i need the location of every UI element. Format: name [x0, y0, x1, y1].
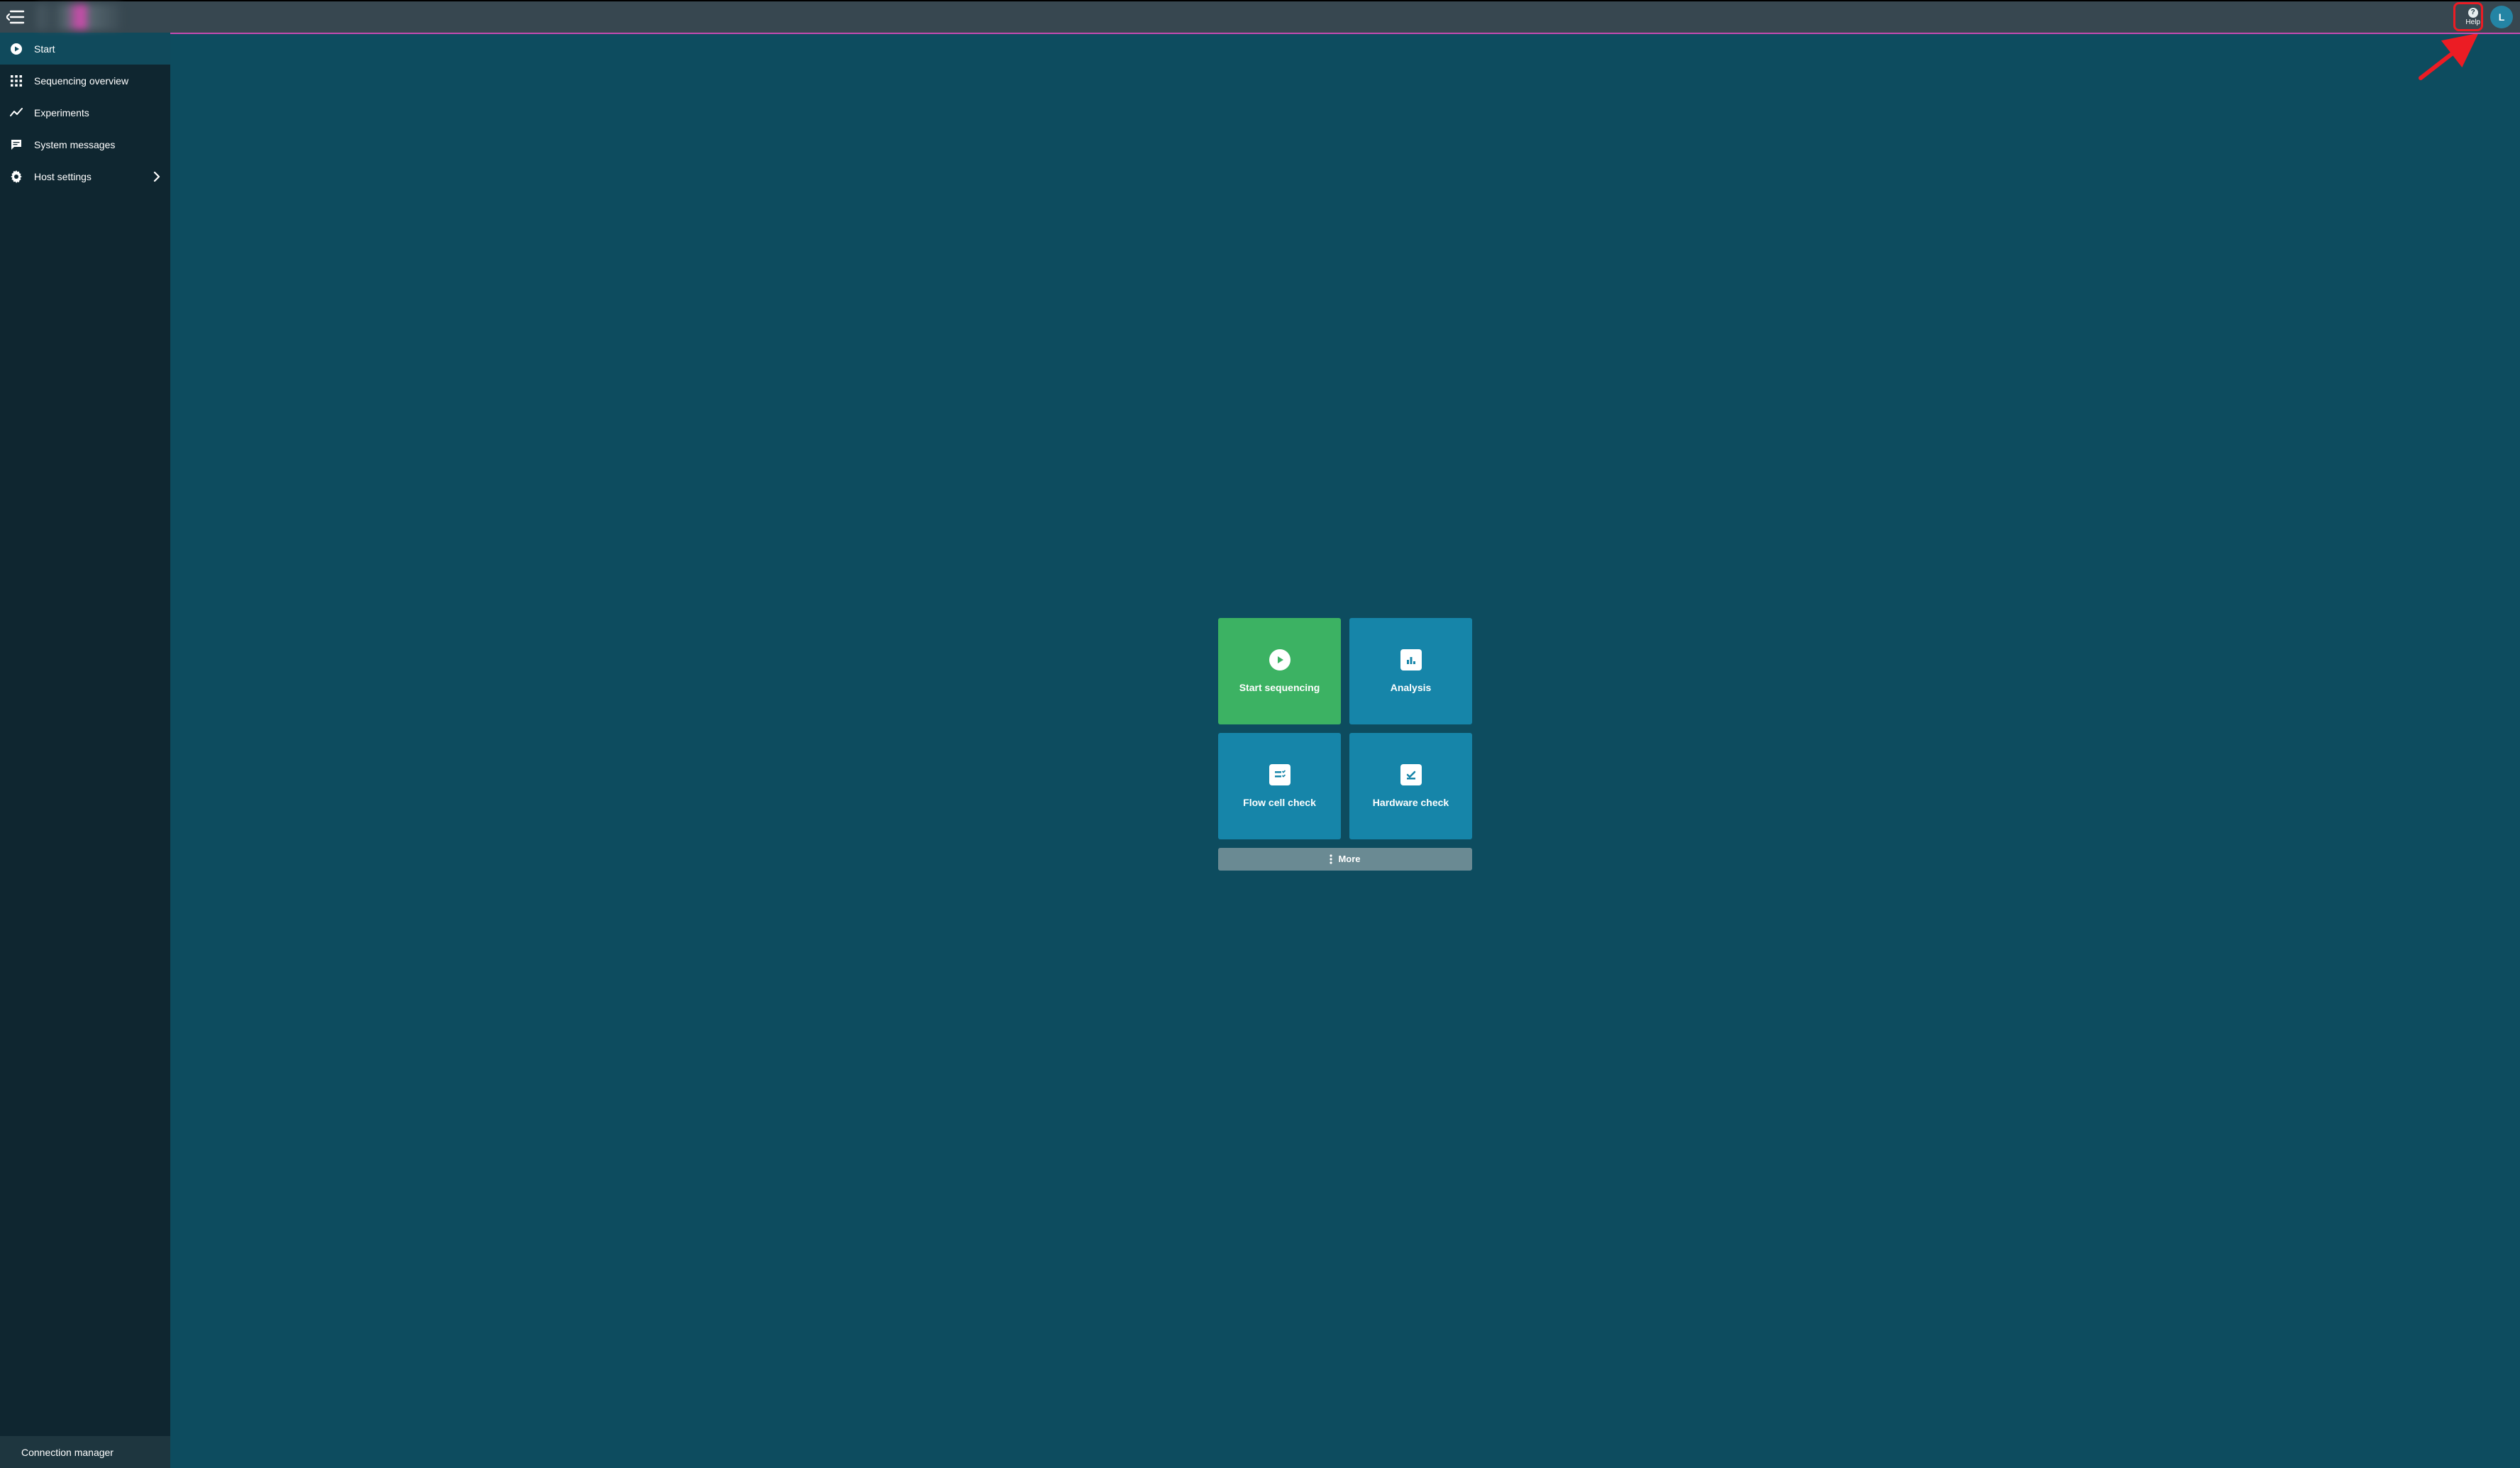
avatar-initial: L — [2499, 11, 2505, 23]
sidebar-item-connection-manager[interactable]: Connection manager — [0, 1436, 170, 1468]
tile-label: Start sequencing — [1239, 682, 1320, 693]
sidebar-item-label: Start — [34, 43, 55, 55]
main-content: Start sequencing Analysis — [170, 34, 2520, 1468]
sidebar-item-sequencing-overview[interactable]: Sequencing overview — [0, 65, 170, 96]
more-vertical-icon — [1330, 854, 1332, 864]
user-avatar[interactable]: L — [2490, 6, 2513, 28]
checklist-icon — [1269, 764, 1291, 785]
tile-label: Analysis — [1391, 682, 1432, 693]
play-icon — [1269, 649, 1291, 670]
tile-analysis[interactable]: Analysis — [1349, 618, 1472, 724]
app-logo — [37, 4, 122, 30]
more-button[interactable]: More — [1218, 848, 1472, 871]
bar-chart-icon — [1400, 649, 1422, 670]
sidebar: Start Sequencing overview Experiments — [0, 33, 170, 1468]
apps-grid-icon — [10, 74, 23, 87]
play-circle-icon — [10, 43, 23, 55]
tile-start-sequencing[interactable]: Start sequencing — [1218, 618, 1341, 724]
tile-label: Flow cell check — [1243, 797, 1316, 808]
help-icon: ? — [2468, 8, 2478, 18]
tile-hardware-check[interactable]: Hardware check — [1349, 733, 1472, 839]
menu-toggle-button[interactable] — [1, 3, 30, 31]
trend-line-icon — [10, 106, 23, 119]
tile-flow-cell-check[interactable]: Flow cell check — [1218, 733, 1341, 839]
message-icon — [10, 138, 23, 151]
sidebar-item-label: Experiments — [34, 107, 89, 118]
tile-label: Hardware check — [1373, 797, 1449, 808]
sidebar-item-start[interactable]: Start — [0, 33, 170, 65]
sidebar-item-label: Connection manager — [21, 1447, 114, 1458]
chevron-right-icon — [153, 172, 160, 182]
sidebar-nav: Start Sequencing overview Experiments — [0, 33, 170, 1436]
menu-collapse-icon — [6, 10, 25, 24]
sidebar-item-host-settings[interactable]: Host settings — [0, 160, 170, 192]
top-bar: ? Help L — [0, 0, 2520, 33]
help-label: Help — [2465, 19, 2480, 26]
gear-icon — [10, 170, 23, 183]
check-box-icon — [1400, 764, 1422, 785]
help-button[interactable]: ? Help — [2460, 5, 2486, 29]
more-label: More — [1338, 854, 1360, 864]
sidebar-item-label: System messages — [34, 139, 115, 150]
sidebar-item-system-messages[interactable]: System messages — [0, 128, 170, 160]
accent-divider — [170, 33, 2520, 34]
sidebar-item-label: Host settings — [34, 171, 92, 182]
sidebar-item-label: Sequencing overview — [34, 75, 128, 87]
sidebar-item-experiments[interactable]: Experiments — [0, 96, 170, 128]
action-tiles: Start sequencing Analysis — [1218, 618, 1472, 839]
